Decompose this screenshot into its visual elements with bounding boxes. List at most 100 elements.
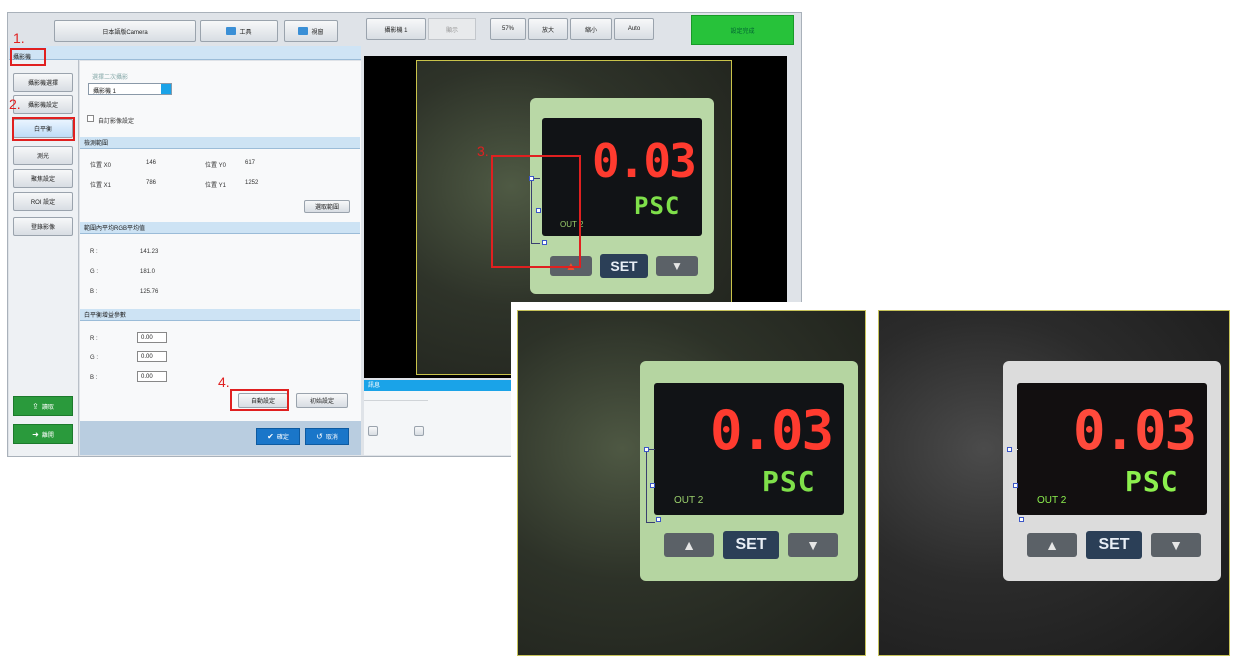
annotation-box-4 (230, 389, 289, 411)
after-roi-handle-bottom (1019, 517, 1024, 522)
log-scroll-left[interactable] (368, 426, 378, 436)
annotation-box-3 (491, 155, 581, 268)
pos-x0-value: 146 (146, 160, 157, 166)
zoom-value[interactable]: 57% (490, 18, 526, 40)
set-key: SET (600, 254, 648, 278)
cancel-icon: ↺ (316, 432, 323, 441)
zoom-out-button[interactable]: 縮小 (570, 18, 612, 40)
after-sensor: 0.03 PSC OUT 2 ▲ SET ▼ (1003, 361, 1221, 581)
after-reading: 0.03 (1073, 399, 1197, 462)
zoom-in-button[interactable]: 放大 (528, 18, 568, 40)
load-button[interactable]: ⇪ 讀取 (13, 396, 73, 416)
tools-icon (226, 27, 237, 35)
cancel-button-label: 取消 (325, 435, 338, 441)
gain-g-label: G : (90, 355, 99, 361)
after-out-label: OUT 2 (1037, 495, 1067, 506)
form-panel (80, 61, 361, 421)
before-roi-handle-bottom (656, 517, 661, 522)
avg-b-value: 125.76 (140, 289, 159, 295)
avg-g-label: G : (90, 269, 99, 275)
before-up-key: ▲ (664, 533, 714, 557)
before-roi-handle-top (644, 447, 649, 452)
sidebar-item-register-image[interactable]: 登錄影像 (13, 217, 73, 236)
tab-window[interactable]: 視窗 (284, 20, 338, 42)
pos-y1-label: 位置 Y1 (205, 183, 227, 189)
log-scroll-right[interactable] (414, 426, 424, 436)
before-sensor-display: 0.03 PSC OUT 2 (654, 383, 844, 515)
annotation-box-2 (12, 117, 75, 141)
display-reading: 0.03 (592, 134, 697, 188)
confirm-green-button[interactable]: 設定完成 (691, 15, 794, 45)
avg-r-label: R : (90, 249, 98, 255)
pos-y1-value: 1252 (245, 180, 259, 186)
after-sensor-display: 0.03 PSC OUT 2 (1017, 383, 1207, 515)
camera-select-label: 選擇二次攝影 (92, 75, 129, 81)
after-set-key: SET (1086, 531, 1142, 559)
upload-icon: ⇪ (32, 401, 39, 411)
window-icon (298, 27, 309, 35)
before-image-frame: 0.03 PSC OUT 2 ▲ SET ▼ (517, 310, 866, 656)
annotation-2: 2. (9, 96, 21, 112)
after-up-key: ▲ (1027, 533, 1077, 557)
exit-button-label: 離開 (41, 432, 54, 439)
pos-x0-label: 位置 X0 (90, 163, 112, 169)
annotation-4: 4. (218, 374, 230, 390)
tab-main[interactable]: 日本語版Camera (54, 20, 196, 42)
log-header: 訊息 (364, 380, 514, 391)
log-panel (364, 380, 514, 455)
load-button-label: 讀取 (41, 404, 54, 411)
after-unit: PSC (1125, 465, 1179, 498)
cancel-button[interactable]: ↺ 取消 (305, 428, 349, 445)
camera-dropdown[interactable]: 攝影機 1 (88, 83, 172, 95)
avg-b-label: B : (90, 289, 98, 295)
exit-button[interactable]: ➜ 離開 (13, 424, 73, 444)
log-area-divider (364, 400, 428, 401)
after-image: 0.03 PSC OUT 2 ▲ SET ▼ (878, 310, 1230, 656)
annotation-1: 1. (13, 30, 25, 46)
before-roi-handle-mid (650, 483, 655, 488)
gain-b-label: B : (90, 375, 98, 381)
tab-tools-label: 工具 (239, 29, 252, 36)
before-unit: PSC (762, 465, 816, 498)
section-gain: 白平衡增益參數 (80, 309, 360, 321)
pos-y0-value: 617 (245, 160, 256, 166)
pos-y0-label: 位置 Y0 (205, 163, 227, 169)
ok-button-label: 確定 (276, 435, 289, 441)
display-button: 顯示 (428, 18, 476, 40)
ok-button[interactable]: ✔ 確定 (256, 428, 300, 445)
gain-b-input[interactable]: 0.00 (137, 371, 167, 382)
sidebar-item-roi[interactable]: ROI 設定 (13, 192, 73, 211)
tab-tools[interactable]: 工具 (200, 20, 278, 42)
before-out-label: OUT 2 (674, 495, 704, 506)
fit-button[interactable]: Auto (614, 18, 654, 40)
sidebar-item-camera-settings[interactable]: 攝影機設定 (13, 95, 73, 114)
before-sensor: 0.03 PSC OUT 2 ▲ SET ▼ (640, 361, 858, 581)
annotation-box-1 (10, 48, 46, 66)
before-set-key: SET (723, 531, 779, 559)
sidebar-item-camera-select[interactable]: 攝影機選擇 (13, 73, 73, 92)
after-roi-handle-mid (1013, 483, 1018, 488)
custom-image-checkbox-label: 自訂影像設定 (98, 119, 135, 125)
gain-r-input[interactable]: 0.00 (137, 332, 167, 343)
after-roi-handle-top (1007, 447, 1012, 452)
sidebar-item-focus[interactable]: 聚焦設定 (13, 169, 73, 188)
section-avg-rgb: 範圍內平均RGB平均值 (80, 222, 360, 234)
display-unit: PSC (634, 192, 681, 220)
gain-r-label: R : (90, 336, 98, 342)
camera-dropdown-value: 攝影機 1 (93, 89, 117, 95)
sidebar-item-metering[interactable]: 測光 (13, 146, 73, 165)
before-reading: 0.03 (710, 399, 834, 462)
gain-g-input[interactable]: 0.00 (137, 351, 167, 362)
select-area-button[interactable]: 選取範圍 (304, 200, 350, 213)
before-image: 0.03 PSC OUT 2 ▲ SET ▼ (511, 302, 872, 658)
avg-r-value: 141.23 (140, 249, 159, 255)
reset-button[interactable]: 初始設定 (296, 393, 348, 408)
pos-x1-label: 位置 X1 (90, 183, 112, 189)
section-detect-area: 檢測範圍 (80, 137, 360, 149)
camera-select-button[interactable]: 攝影機 1 (366, 18, 426, 40)
exit-icon: ➜ (32, 429, 39, 439)
dropdown-arrow-icon (161, 84, 171, 94)
after-down-key: ▼ (1151, 533, 1201, 557)
annotation-3: 3. (477, 143, 489, 159)
custom-image-checkbox[interactable] (87, 115, 94, 122)
